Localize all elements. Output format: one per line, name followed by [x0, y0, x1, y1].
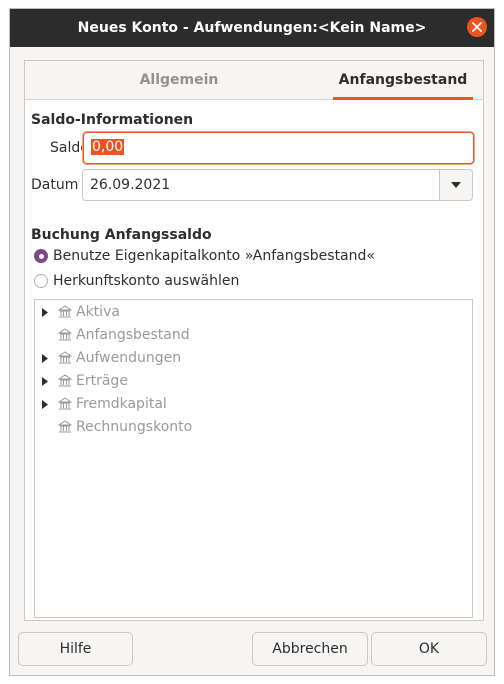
tab-anfangsbestand[interactable]: Anfangsbestand — [333, 61, 473, 100]
saldo-value: 0,00 — [91, 139, 125, 155]
tree-item-fremdkapital[interactable]: Fremdkapital — [35, 394, 167, 414]
radio-transfer-account[interactable]: Herkunftskonto auswählen — [34, 271, 239, 291]
tree-item-aktiva[interactable]: Aktiva — [35, 302, 120, 322]
tab-anfangsbestand-label: Anfangsbestand — [338, 72, 468, 88]
help-button-label: Hilfe — [59, 641, 92, 657]
date-picker-button[interactable] — [439, 169, 473, 201]
tree-item-aufwendungen[interactable]: Aufwendungen — [35, 348, 181, 368]
tree-item-label: Fremdkapital — [76, 396, 167, 412]
chevron-down-icon — [451, 182, 461, 188]
notebook: Allgemein Anfangsbestand Saldo-Informati… — [24, 60, 484, 621]
transaction-section-title: Buchung Anfangssaldo — [31, 227, 212, 243]
tree-item-label: Anfangsbestand — [76, 327, 190, 343]
cancel-button[interactable]: Abbrechen — [252, 632, 368, 666]
tree-item-anfangsbestand[interactable]: Anfangsbestand — [35, 325, 190, 345]
radio-equity-label: Benutze Eigenkapitalkonto »Anfangsbestan… — [53, 248, 375, 264]
cancel-button-label: Abbrechen — [272, 641, 348, 657]
tree-item-label: Aufwendungen — [76, 350, 182, 366]
expander-arrow-icon[interactable] — [42, 394, 56, 414]
radio-equity-indicator[interactable] — [34, 249, 48, 263]
balance-section-title: Saldo-Informationen — [31, 112, 194, 128]
bank-icon — [58, 351, 72, 365]
radio-transfer-label: Herkunftskonto auswählen — [53, 273, 240, 289]
radio-transfer-indicator[interactable] — [34, 274, 48, 288]
window-title: Neues Konto - Aufwendungen:<Kein Name> — [77, 20, 427, 36]
tree-item-label: Erträge — [76, 373, 128, 389]
radio-dot — [38, 253, 44, 259]
expander-arrow-icon[interactable] — [42, 371, 56, 391]
tab-allgemein[interactable]: Allgemein — [25, 61, 333, 99]
tab-allgemein-label: Allgemein — [139, 72, 219, 88]
tree-item-label: Aktiva — [76, 304, 120, 320]
saldo-input[interactable]: 0,00 — [83, 132, 474, 164]
active-tab-indicator — [333, 97, 473, 100]
dialog-window: Neues Konto - Aufwendungen:<Kein Name> A… — [9, 8, 495, 676]
bank-icon — [58, 420, 72, 434]
ok-button-label: OK — [418, 641, 440, 657]
radio-equity-account[interactable]: Benutze Eigenkapitalkonto »Anfangsbestan… — [34, 246, 375, 266]
tab-bar: Allgemein Anfangsbestand — [25, 61, 483, 100]
account-tree[interactable]: Aktiva Anfangsbestand Aufwendungen Erträ… — [34, 299, 473, 618]
bank-icon — [58, 397, 72, 411]
expander-arrow-icon[interactable] — [42, 348, 56, 368]
datum-label: Datum — [31, 177, 79, 193]
tree-item-label: Rechnungskonto — [76, 419, 193, 435]
help-button[interactable]: Hilfe — [18, 632, 133, 666]
bank-icon — [58, 374, 72, 388]
close-button[interactable] — [467, 17, 487, 37]
close-icon — [472, 22, 482, 32]
title-bar: Neues Konto - Aufwendungen:<Kein Name> — [10, 9, 494, 47]
bank-icon — [58, 328, 72, 342]
tree-item-rechnungskonto[interactable]: Rechnungskonto — [35, 417, 192, 437]
tree-item-ertraege[interactable]: Erträge — [35, 371, 128, 391]
datum-input[interactable]: 26.09.2021 — [82, 169, 440, 201]
datum-value: 26.09.2021 — [90, 177, 171, 193]
bank-icon — [58, 305, 72, 319]
expander-arrow-icon[interactable] — [42, 302, 56, 322]
ok-button[interactable]: OK — [371, 632, 487, 666]
